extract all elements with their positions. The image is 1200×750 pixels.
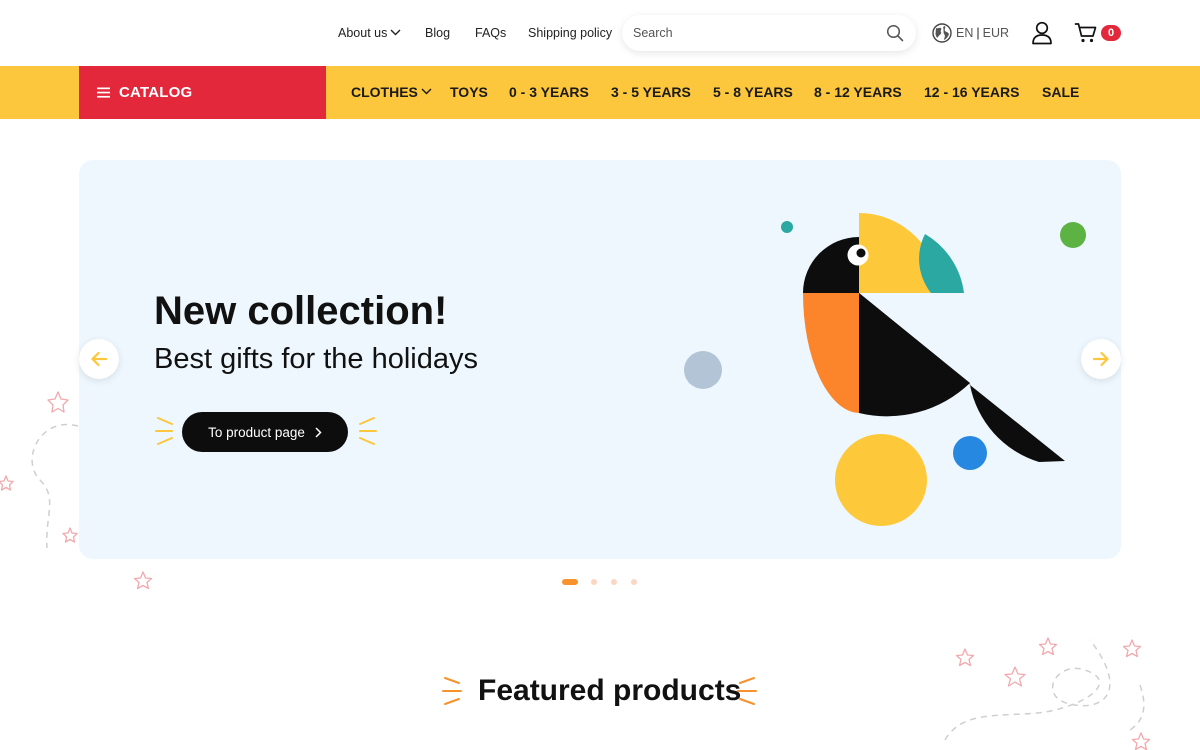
locale-separator: | — [976, 26, 980, 40]
about-us-label: About us — [338, 26, 388, 40]
chevron-down-icon — [390, 29, 401, 36]
slider-next-button[interactable] — [1081, 339, 1121, 379]
shipping-policy-link[interactable]: Shipping policy — [528, 25, 612, 41]
spark-lines-decoration — [359, 417, 377, 445]
slider-pagination — [562, 578, 651, 586]
catalog-button[interactable]: CATALOG — [79, 66, 326, 119]
nav-item-3-5-years[interactable]: 3 - 5 YEARS — [611, 84, 691, 101]
featured-products-title: Featured products — [478, 674, 742, 707]
top-header: About us Blog FAQs Shipping policy EN | … — [0, 0, 1200, 66]
about-us-link[interactable]: About us — [338, 25, 401, 41]
catalog-label: CATALOG — [119, 84, 193, 101]
currency-label: EUR — [982, 26, 1010, 40]
nav-item-5-8-years[interactable]: 5 - 8 YEARS — [713, 84, 793, 101]
hero-banner: New collection! Best gifts for the holid… — [79, 160, 1121, 559]
hero-title: New collection! — [154, 289, 448, 333]
slider-dot-2[interactable] — [591, 579, 597, 585]
spark-lines-decoration — [737, 677, 757, 705]
user-icon[interactable] — [1031, 21, 1053, 50]
slider-dot-3[interactable] — [611, 579, 617, 585]
nav-item-label: CLOTHES — [351, 84, 418, 100]
chevron-right-icon — [315, 426, 322, 438]
language-label: EN — [956, 26, 974, 40]
nav-item-0-3-years[interactable]: 0 - 3 YEARS — [509, 84, 589, 101]
cart-icon — [1074, 23, 1097, 43]
hero-subtitle: Best gifts for the holidays — [154, 343, 478, 375]
spark-lines-decoration — [155, 417, 173, 445]
spark-lines-decoration — [442, 677, 462, 705]
cart-count-badge: 0 — [1101, 25, 1121, 41]
locale-selector[interactable]: EN | EUR — [932, 23, 1009, 43]
slider-dot-1[interactable] — [562, 579, 578, 585]
search-icon[interactable] — [886, 24, 904, 47]
cta-label: To product page — [208, 424, 305, 440]
slider-prev-button[interactable] — [79, 339, 119, 379]
arrow-right-icon — [1092, 351, 1109, 367]
nav-item-toys[interactable]: TOYS — [450, 84, 488, 101]
featured-products-section: Featured products — [0, 668, 1200, 714]
chevron-down-icon — [421, 88, 432, 95]
main-nav: CATALOG CLOTHES TOYS 0 - 3 YEARS 3 - 5 Y… — [0, 66, 1200, 119]
nav-item-12-16-years[interactable]: 12 - 16 YEARS — [924, 84, 1019, 101]
slider-dot-4[interactable] — [631, 579, 637, 585]
nav-item-sale[interactable]: SALE — [1042, 84, 1079, 101]
cart-button[interactable]: 0 — [1074, 21, 1121, 45]
nav-item-8-12-years[interactable]: 8 - 12 YEARS — [814, 84, 902, 101]
menu-icon — [97, 87, 110, 98]
search-input[interactable] — [633, 24, 873, 42]
search-box — [622, 15, 916, 51]
globe-icon — [932, 23, 952, 43]
toucan-illustration — [684, 213, 1086, 526]
product-page-button[interactable]: To product page — [182, 412, 348, 452]
faqs-link[interactable]: FAQs — [475, 25, 506, 41]
nav-item-clothes[interactable]: CLOTHES — [351, 84, 432, 101]
arrow-left-icon — [91, 351, 108, 367]
blog-link[interactable]: Blog — [425, 25, 450, 41]
